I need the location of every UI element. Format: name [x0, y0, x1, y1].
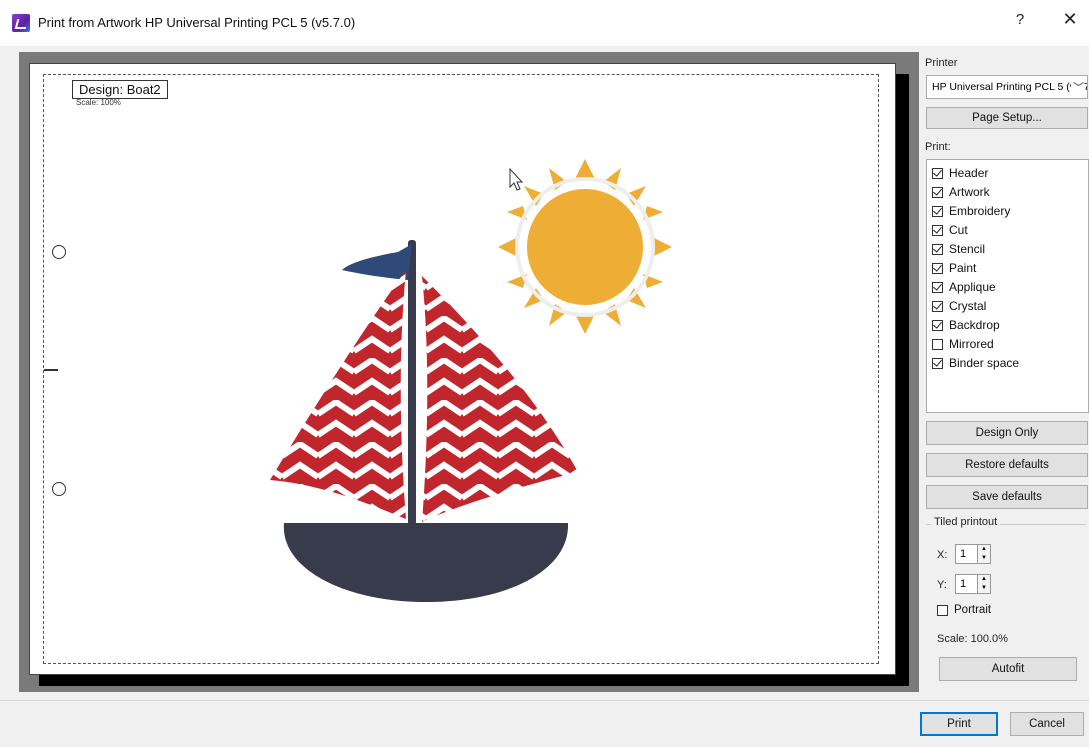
print-option-label: Cut	[949, 223, 968, 237]
print-option-row[interactable]: Header	[932, 164, 988, 182]
boat-hull	[283, 523, 569, 602]
print-option-label: Applique	[949, 280, 996, 294]
print-option-label: Mirrored	[949, 337, 994, 351]
tile-y-label: Y:	[937, 579, 947, 591]
design-only-button[interactable]: Design Only	[926, 421, 1088, 445]
printer-label: Printer	[925, 57, 958, 69]
window-title: Print from Artwork HP Universal Printing…	[38, 15, 356, 30]
print-option-label: Binder space	[949, 356, 1020, 370]
print-option-checkbox[interactable]	[932, 167, 943, 179]
tile-x-spinner[interactable]: 1 ▲ ▼	[955, 544, 991, 564]
print-option-checkbox[interactable]	[932, 357, 943, 369]
tile-y-spinner[interactable]: 1 ▲ ▼	[955, 574, 991, 594]
print-option-row[interactable]: Paint	[932, 259, 976, 277]
tiled-printout-title: Tiled printout	[931, 516, 1001, 528]
printer-select-value: HP Universal Printing PCL 5 (v5.7.0)	[932, 81, 1088, 93]
help-button[interactable]: ?	[1010, 11, 1030, 28]
portrait-checkbox[interactable]	[937, 604, 948, 616]
print-option-checkbox[interactable]	[932, 243, 943, 255]
mouse-cursor-icon	[509, 167, 524, 191]
preview-page: Design: Boat2 Scale: 100%	[29, 63, 896, 675]
app-icon	[12, 14, 30, 32]
printer-select[interactable]: HP Universal Printing PCL 5 (v5.7.0) ﹀	[926, 75, 1088, 99]
print-option-label: Stencil	[949, 242, 986, 256]
autofit-button[interactable]: Autofit	[939, 657, 1077, 681]
print-option-row[interactable]: Crystal	[932, 297, 986, 315]
print-option-row[interactable]: Applique	[932, 278, 996, 296]
print-option-checkbox[interactable]	[932, 281, 943, 293]
save-defaults-button[interactable]: Save defaults	[926, 485, 1088, 509]
print-option-checkbox[interactable]	[932, 224, 943, 236]
tile-scale-text: Scale: 100.0%	[937, 633, 1008, 645]
portrait-label: Portrait	[954, 604, 992, 616]
chevron-down-icon: ﹀	[1071, 79, 1084, 95]
print-option-row[interactable]: Backdrop	[932, 316, 1000, 334]
page-setup-button[interactable]: Page Setup...	[926, 107, 1088, 129]
print-option-label: Embroidery	[949, 204, 1011, 218]
tile-y-value: 1	[960, 578, 967, 590]
settings-panel: Printer HP Universal Printing PCL 5 (v5.…	[921, 52, 1089, 692]
print-option-checkbox[interactable]	[932, 338, 943, 350]
print-option-checkbox[interactable]	[932, 205, 943, 217]
portrait-checkbox-row[interactable]: Portrait	[937, 601, 991, 619]
left-sail	[270, 270, 406, 519]
print-options-label: Print:	[925, 141, 951, 153]
print-option-row[interactable]: Artwork	[932, 183, 990, 201]
print-options-list: Header Artwork Embroidery Cut Stencil Paint Ap…	[926, 159, 1089, 413]
boat-flag	[342, 244, 412, 280]
print-button[interactable]: Print	[920, 712, 998, 736]
print-option-row[interactable]: Cut	[932, 221, 968, 239]
boat-artwork	[270, 159, 672, 602]
print-option-label: Crystal	[949, 299, 987, 313]
sun-icon	[498, 159, 672, 334]
print-option-row[interactable]: Embroidery	[932, 202, 1010, 220]
spinner-arrows-icon[interactable]: ▲ ▼	[977, 575, 990, 593]
cancel-button[interactable]: Cancel	[1010, 712, 1084, 736]
title-bar: Print from Artwork HP Universal Printing…	[0, 0, 1089, 46]
tile-x-label: X:	[937, 549, 948, 561]
print-option-checkbox[interactable]	[932, 300, 943, 312]
restore-defaults-button[interactable]: Restore defaults	[926, 453, 1088, 477]
print-option-checkbox[interactable]	[932, 319, 943, 331]
tile-x-value: 1	[960, 548, 967, 560]
print-option-row[interactable]: Binder space	[932, 354, 1019, 372]
print-preview-area: Design: Boat2 Scale: 100%	[19, 52, 919, 692]
print-option-row[interactable]: Mirrored	[932, 335, 994, 353]
print-option-label: Paint	[949, 261, 977, 275]
print-option-label: Artwork	[949, 185, 990, 199]
print-option-label: Backdrop	[949, 318, 1000, 332]
spinner-arrows-icon[interactable]: ▲ ▼	[977, 545, 990, 563]
print-option-label: Header	[949, 166, 989, 180]
boat-mast	[408, 240, 416, 525]
print-option-row[interactable]: Stencil	[932, 240, 985, 258]
print-option-checkbox[interactable]	[932, 262, 943, 274]
dialog-footer: Print Cancel	[0, 700, 1089, 747]
print-option-checkbox[interactable]	[932, 186, 943, 198]
close-button[interactable]: ✕	[1058, 9, 1082, 30]
